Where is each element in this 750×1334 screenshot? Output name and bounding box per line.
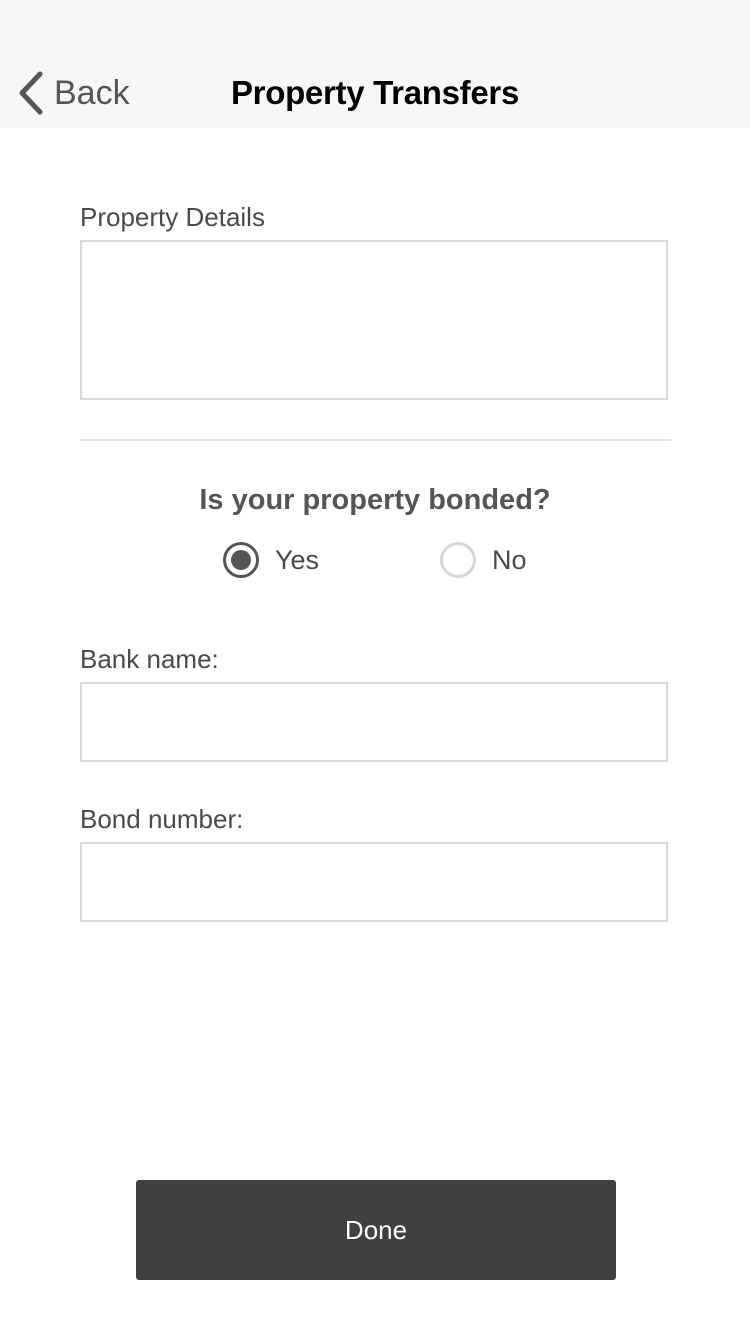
radio-label-no: No	[492, 545, 527, 575]
bonded-question: Is your property bonded?	[199, 484, 551, 516]
divider	[79, 439, 671, 441]
property-details-field[interactable]	[80, 240, 668, 400]
radio-selected-icon[interactable]	[223, 542, 259, 578]
radio-label-yes: Yes	[275, 545, 320, 575]
bond-number-label: Bond number:	[80, 804, 244, 834]
property-details-label: Property Details	[80, 202, 265, 232]
done-button[interactable]: Done	[136, 1180, 616, 1280]
bond-number-field[interactable]	[80, 842, 668, 922]
radio-option-yes[interactable]: Yes	[223, 541, 319, 579]
radio-option-no[interactable]: No	[440, 541, 527, 579]
bank-name-field[interactable]	[80, 682, 668, 762]
radio-unselected-icon[interactable]	[440, 542, 476, 578]
navigation-bar: Back Property Transfers	[0, 0, 750, 128]
bank-name-label: Bank name:	[80, 644, 219, 674]
page-title: Property Transfers	[230, 74, 520, 111]
